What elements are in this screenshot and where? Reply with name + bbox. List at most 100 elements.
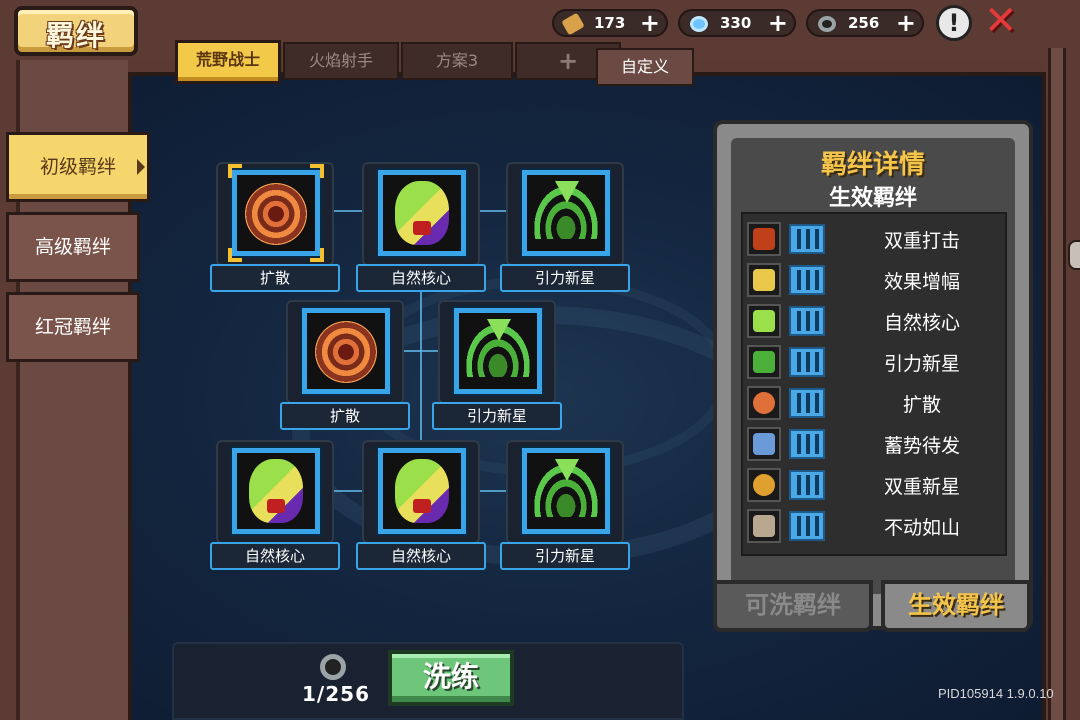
effect-name: 扩散	[902, 394, 941, 416]
bond-slot[interactable]: 扩散	[206, 162, 344, 300]
level-bars-icon	[789, 265, 825, 295]
nature-core-icon	[249, 459, 303, 523]
panel-inner: 羁绊详情 生效羁绊 双重打击 效果增幅 自然核心 引力新星 扩散 蓄势待发 双重…	[731, 138, 1015, 594]
tab-plan-2[interactable]: 火焰射手	[283, 42, 399, 80]
slot-label: 引力新星	[432, 402, 562, 430]
tab-available-bonds[interactable]: 可洗羁绊	[713, 580, 873, 632]
gem-amount: 330	[720, 14, 752, 32]
tab-plan-1[interactable]: 荒野战士	[175, 40, 281, 84]
ring-icon	[747, 386, 781, 420]
bond-slot[interactable]: 自然核心	[206, 440, 344, 578]
list-item: 引力新星	[747, 343, 1005, 381]
page-title: 羁绊	[45, 19, 106, 52]
effect-name: 效果增幅	[883, 271, 960, 293]
double-strike-icon	[747, 222, 781, 256]
level-bars-icon	[789, 429, 825, 459]
level-bars-icon	[789, 306, 825, 336]
stone-count: 1/256	[302, 682, 370, 706]
side-handle[interactable]	[1068, 240, 1080, 270]
bond-slot[interactable]: 引力新星	[496, 162, 634, 300]
slot-label: 引力新星	[500, 542, 630, 570]
slot-label: 自然核心	[356, 264, 486, 292]
selection-corner	[228, 248, 242, 262]
close-button[interactable]: ✕	[984, 0, 1020, 44]
effect-boost-icon	[747, 263, 781, 297]
slot-label: 扩散	[280, 402, 410, 430]
gear-stone-icon	[320, 654, 346, 680]
list-item: 扩散	[747, 384, 1005, 422]
effect-name: 双重新星	[883, 476, 960, 498]
gear-stone-icon	[818, 16, 836, 32]
slot-label: 自然核心	[210, 542, 340, 570]
bond-slot[interactable]: 引力新星	[428, 300, 566, 438]
side-tab-advanced[interactable]: 高级羁绊	[6, 212, 140, 282]
gravity-star-icon	[747, 345, 781, 379]
list-item: 不动如山	[747, 507, 1005, 545]
nature-core-icon	[395, 181, 449, 245]
slot-icon-box	[378, 170, 466, 256]
list-item: 双重打击	[747, 220, 1005, 258]
slot-icon-box	[232, 448, 320, 534]
side-tab-basic[interactable]: 初级羁绊	[6, 132, 150, 202]
level-bars-icon	[789, 347, 825, 377]
slot-label: 引力新星	[500, 264, 630, 292]
gem-icon	[690, 16, 708, 32]
side-tab-crown[interactable]: 红冠羁绊	[6, 292, 140, 362]
ring-icon	[245, 183, 307, 245]
right-frame-inner	[1048, 48, 1066, 720]
level-bars-icon	[789, 224, 825, 254]
currency-gem: 330 +	[678, 9, 796, 37]
currency-stone: 256 +	[806, 9, 924, 37]
tab-active-bonds[interactable]: 生效羁绊	[881, 580, 1031, 632]
list-item: 效果增幅	[747, 261, 1005, 299]
gold-amount: 173	[594, 14, 626, 32]
gravity-star-icon	[465, 319, 531, 377]
selection-corner	[310, 248, 324, 262]
double-nova-icon	[747, 468, 781, 502]
charge-up-icon	[747, 427, 781, 461]
bond-detail-panel: 羁绊详情 生效羁绊 双重打击 效果增幅 自然核心 引力新星 扩散 蓄势待发 双重…	[713, 120, 1033, 630]
add-gem-button[interactable]: +	[768, 9, 788, 37]
slot-icon-box	[302, 308, 390, 394]
panel-subtitle: 生效羁绊	[828, 186, 917, 211]
level-bars-icon	[789, 388, 825, 418]
level-bars-icon	[789, 511, 825, 541]
list-item: 自然核心	[747, 302, 1005, 340]
effect-name: 蓄势待发	[883, 435, 960, 457]
slot-icon-box	[378, 448, 466, 534]
slot-icon-box	[454, 308, 542, 394]
bond-slot[interactable]: 引力新星	[496, 440, 634, 578]
bond-slot[interactable]: 扩散	[276, 300, 414, 438]
gravity-star-icon	[533, 181, 599, 239]
stone-amount: 256	[848, 14, 880, 32]
version-label: PID105914 1.9.0.10	[938, 686, 1054, 701]
gravity-star-icon	[533, 459, 599, 517]
effect-name: 自然核心	[883, 312, 960, 334]
horn-icon	[561, 12, 585, 36]
slot-icon-box	[522, 170, 610, 256]
exclamation-icon: !	[948, 9, 960, 37]
selection-corner	[310, 164, 324, 178]
notice-button[interactable]: !	[936, 5, 972, 41]
refine-button[interactable]: 洗练	[388, 650, 514, 706]
bond-slot[interactable]: 自然核心	[352, 440, 490, 578]
nature-core-icon	[747, 304, 781, 338]
effect-name: 不动如山	[883, 517, 960, 539]
add-stone-button[interactable]: +	[896, 9, 916, 37]
slot-icon-box	[522, 448, 610, 534]
add-gold-button[interactable]: +	[640, 9, 660, 37]
slot-icon-box	[232, 170, 320, 256]
tab-custom[interactable]: 自定义	[596, 48, 694, 86]
nature-core-icon	[395, 459, 449, 523]
panel-title: 羁绊详情	[820, 150, 925, 180]
selection-corner	[228, 164, 242, 178]
ring-icon	[315, 321, 377, 383]
tab-plan-3[interactable]: 方案3	[401, 42, 513, 80]
rock-icon	[747, 509, 781, 543]
effect-list: 双重打击 效果增幅 自然核心 引力新星 扩散 蓄势待发 双重新星 不动如山	[741, 212, 1007, 556]
bond-slot[interactable]: 自然核心	[352, 162, 490, 300]
slot-label: 自然核心	[356, 542, 486, 570]
currency-gold: 173 +	[552, 9, 668, 37]
list-item: 双重新星	[747, 466, 1005, 504]
effect-name: 引力新星	[883, 353, 960, 375]
